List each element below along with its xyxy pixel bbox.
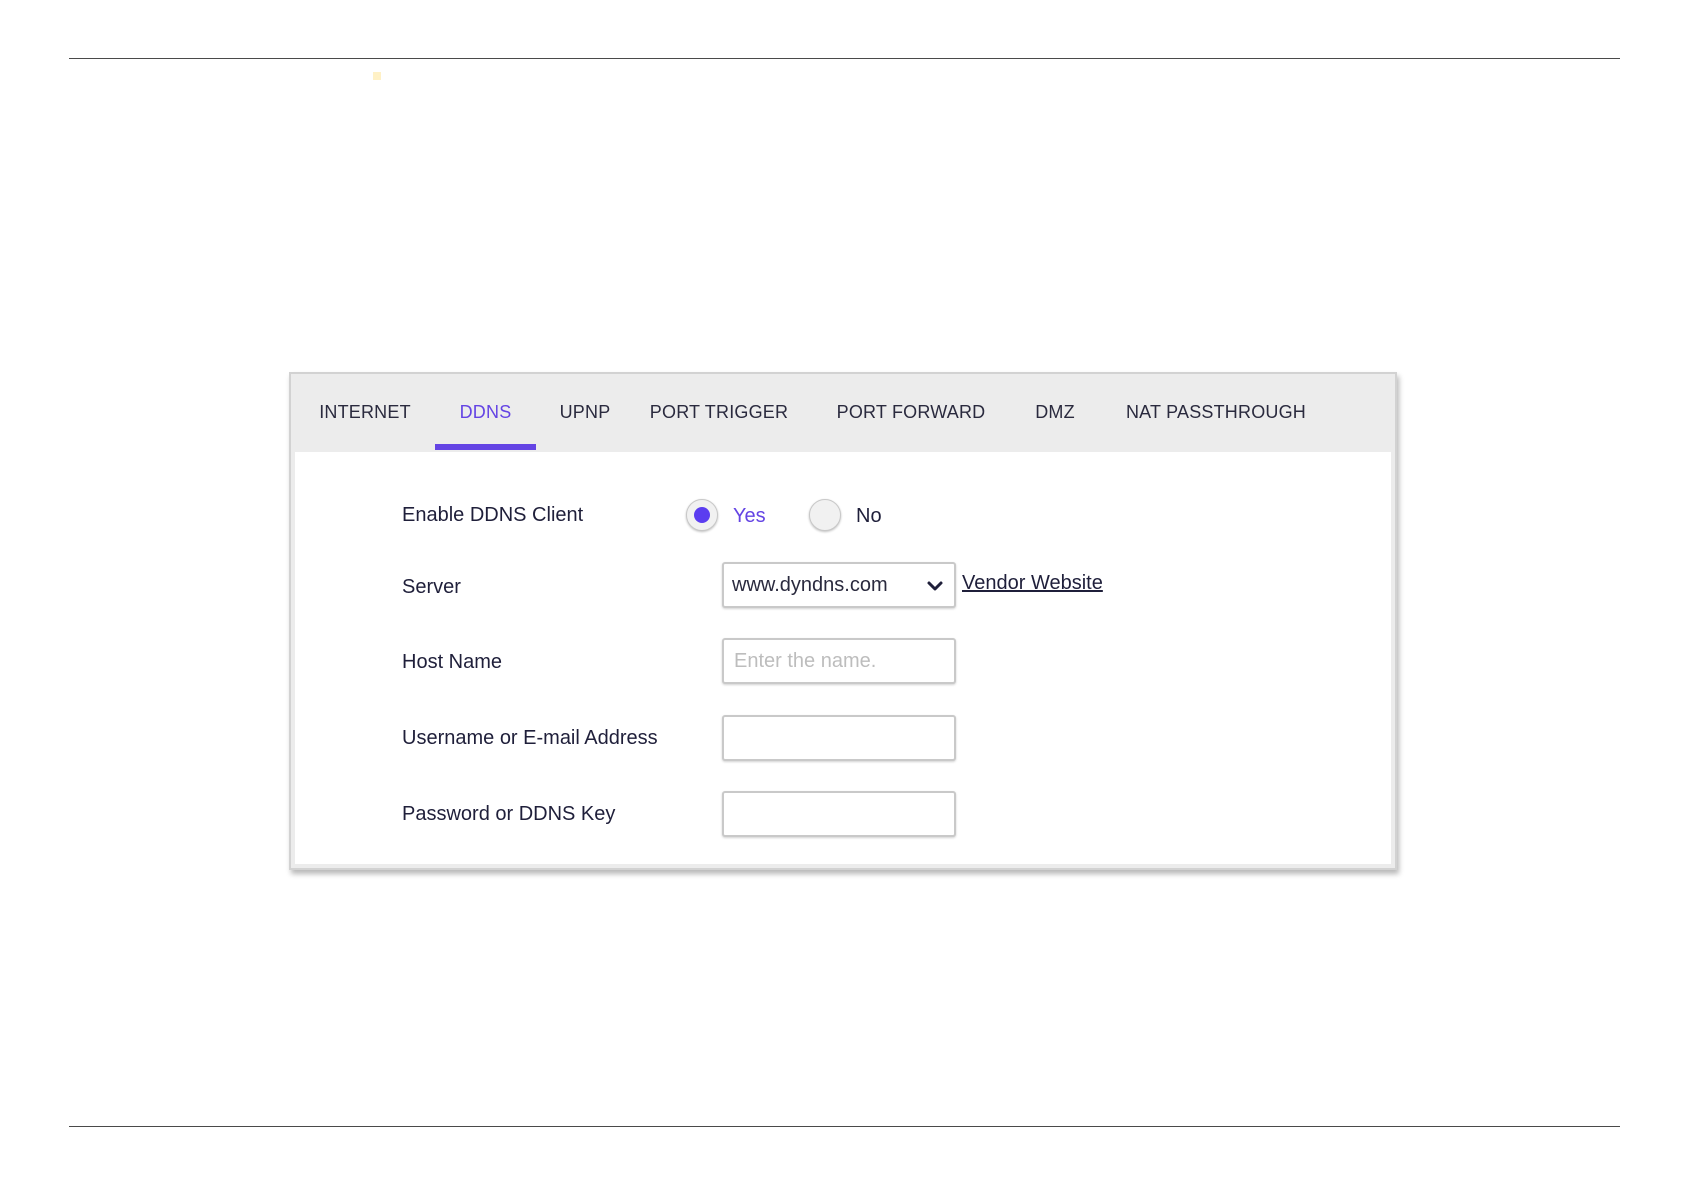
enable-no-label[interactable]: No bbox=[856, 505, 882, 528]
host-name-input[interactable] bbox=[722, 638, 956, 684]
tab-ddns[interactable]: DDNS bbox=[435, 374, 536, 450]
password-label: Password or DDNS Key bbox=[402, 803, 616, 825]
username-label: Username or E-mail Address bbox=[402, 727, 658, 749]
tab-bar: INTERNET DDNS UPNP PORT TRIGGER PORT FOR… bbox=[291, 374, 1395, 450]
enable-yes-radio[interactable] bbox=[686, 499, 718, 531]
server-label: Server bbox=[402, 576, 461, 598]
host-name-label: Host Name bbox=[402, 651, 503, 673]
radio-selected-dot bbox=[694, 507, 710, 523]
tab-internet[interactable]: INTERNET bbox=[311, 374, 419, 450]
tab-upnp[interactable]: UPNP bbox=[549, 374, 621, 450]
ddns-settings-panel: INTERNET DDNS UPNP PORT TRIGGER PORT FOR… bbox=[289, 372, 1397, 870]
tab-dmz[interactable]: DMZ bbox=[1027, 374, 1083, 450]
tab-nat-passthrough[interactable]: NAT PASSTHROUGH bbox=[1121, 374, 1311, 450]
enable-no-radio[interactable] bbox=[809, 499, 841, 531]
chevron-down-icon bbox=[927, 581, 943, 591]
username-input[interactable] bbox=[722, 715, 956, 761]
vendor-website-link[interactable]: Vendor Website bbox=[962, 572, 1103, 595]
server-select-value: www.dyndns.com bbox=[732, 574, 888, 596]
enable-yes-label[interactable]: Yes bbox=[733, 505, 766, 528]
page-footer-rule bbox=[69, 1126, 1620, 1127]
enable-ddns-label: Enable DDNS Client bbox=[402, 504, 584, 526]
page-header-rule bbox=[69, 58, 1620, 59]
tab-port-forward[interactable]: PORT FORWARD bbox=[833, 374, 989, 450]
tab-port-trigger[interactable]: PORT TRIGGER bbox=[647, 374, 791, 450]
password-input[interactable] bbox=[722, 791, 956, 837]
server-select[interactable]: www.dyndns.com bbox=[722, 562, 956, 608]
decorative-speck bbox=[373, 72, 381, 80]
ddns-form: Enable DDNS Client Yes No Server www.dyn… bbox=[295, 452, 1391, 864]
